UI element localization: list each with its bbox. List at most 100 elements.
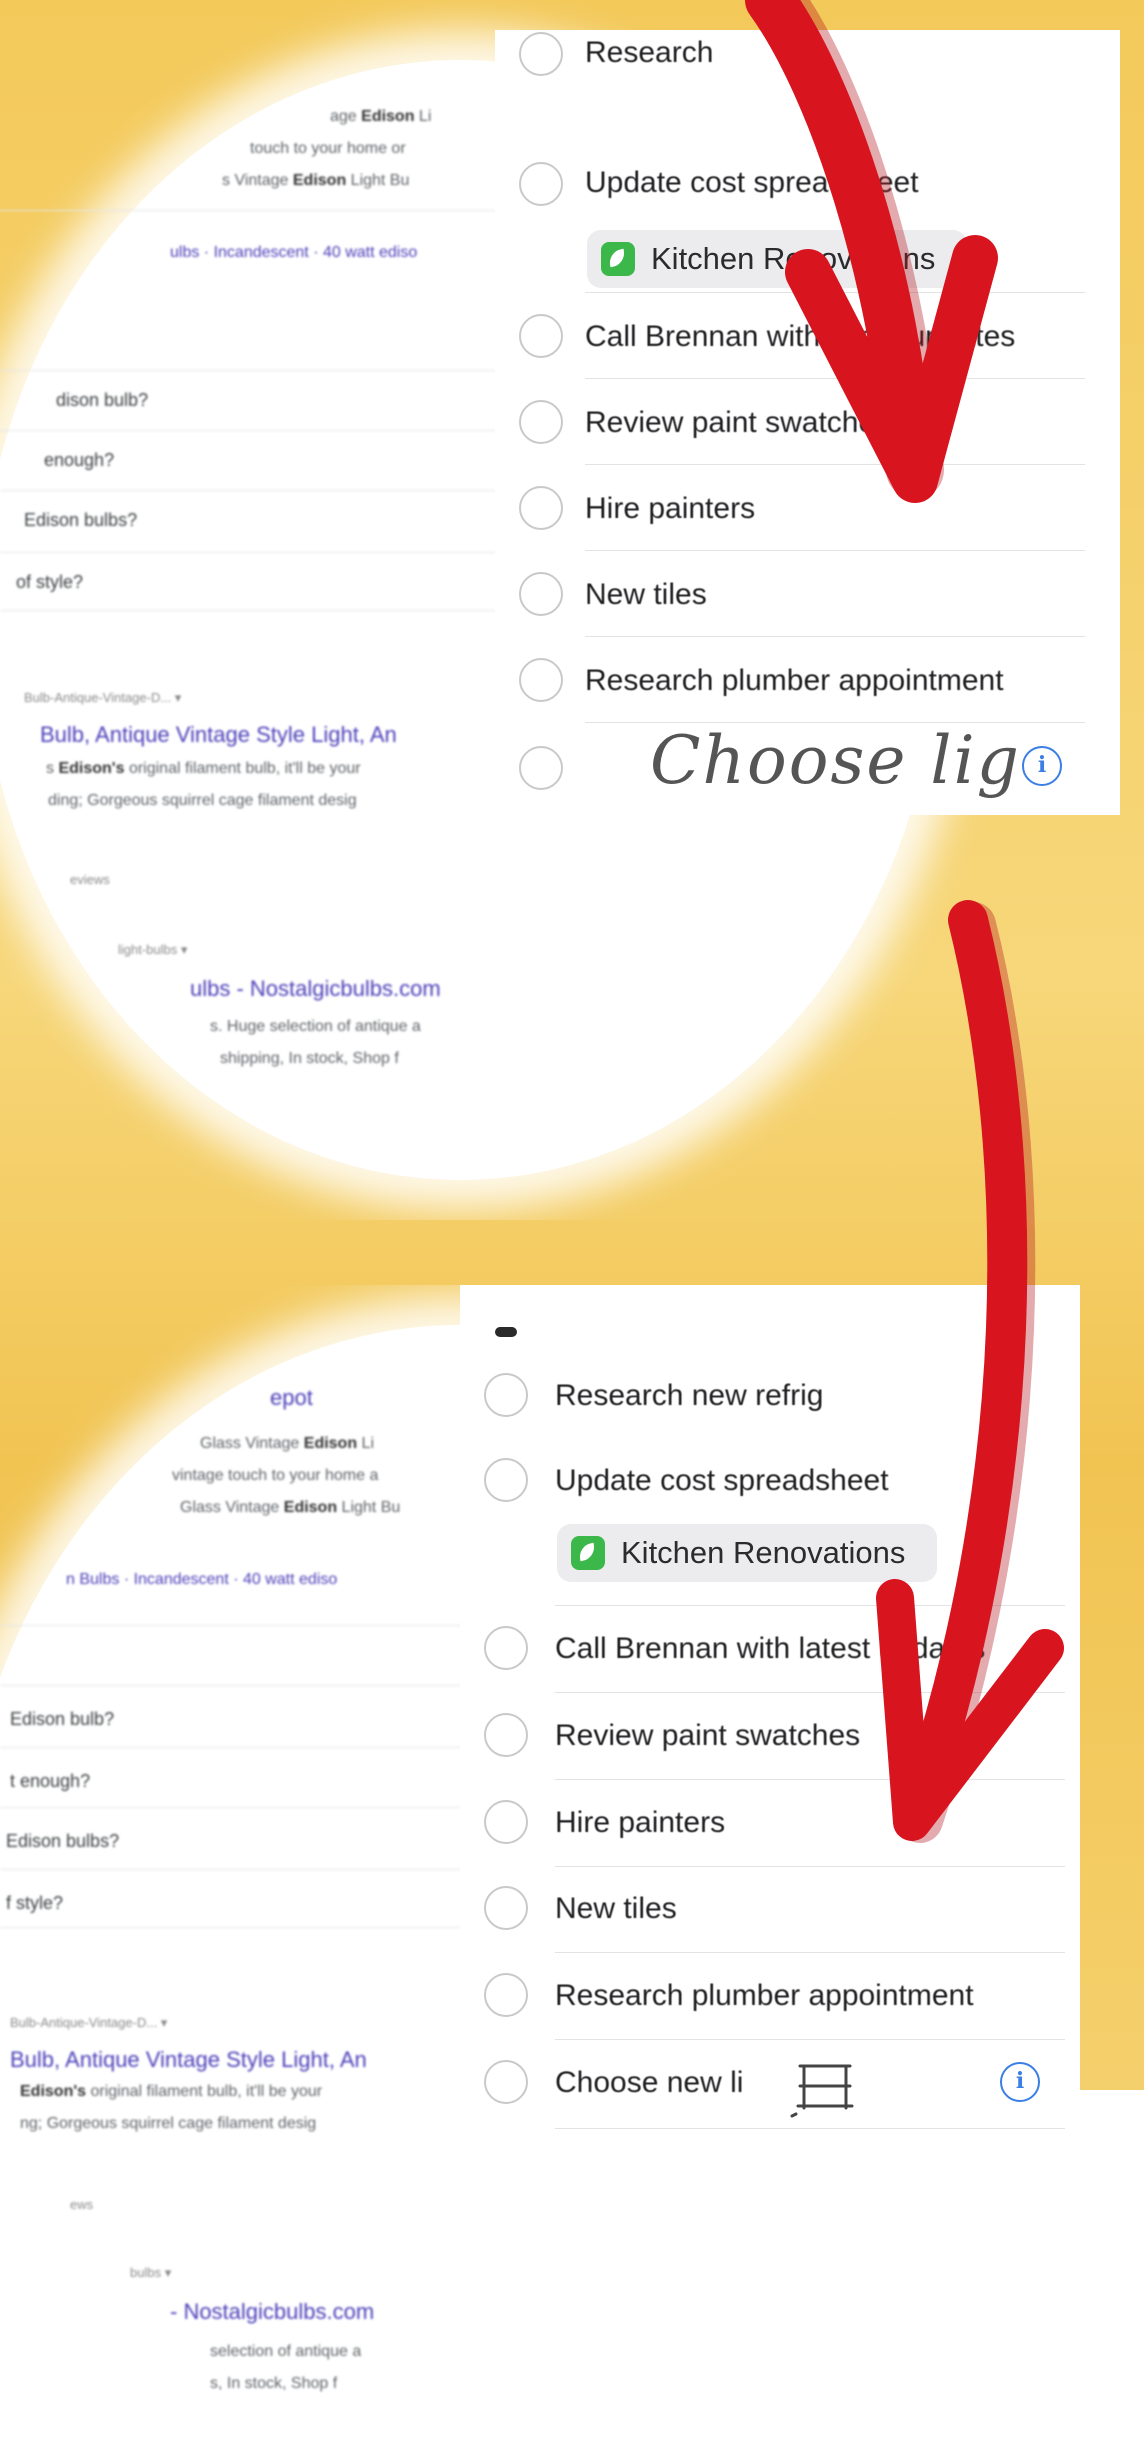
checkbox-circle[interactable] (484, 1373, 528, 1417)
reminder-row[interactable]: Research plumber appointment (460, 1955, 1080, 2041)
result-snippet: ding; Gorgeous squirrel cage filament de… (48, 792, 357, 810)
reminder-title[interactable]: Research (585, 36, 713, 70)
reminder-row[interactable]: Research plumber appointment (495, 640, 1120, 726)
snippet-text: Li (414, 108, 432, 125)
divider (0, 610, 500, 611)
list-tag-chip[interactable]: Kitchen Renovations (557, 1524, 937, 1582)
divider (555, 1952, 1065, 1953)
checkbox-circle[interactable] (484, 1973, 528, 2017)
checkbox-circle[interactable] (484, 1800, 528, 1844)
reminder-row[interactable]: Research new refrig (460, 1355, 1080, 1441)
reminder-title[interactable]: Choose new li (555, 2066, 743, 2100)
result-url: ews (70, 2197, 94, 2212)
reminder-row[interactable]: New tiles (495, 554, 1120, 640)
reminder-row[interactable]: Call Brennan with latest updates (460, 1608, 1080, 1694)
snippet-text: vintage touch to your home a (172, 1467, 379, 1484)
snippet-text: ding; Gorgeous squirrel cage filament de… (48, 792, 357, 809)
result-title-link: Bulb, Antique Vintage Style Light, An (10, 2047, 367, 2072)
result-snippet: s Vintage Edison Light Bu (222, 172, 409, 190)
reminder-title[interactable]: Research plumber appointment (555, 1979, 974, 2013)
snippet-text: original filament bulb, it'll be your (124, 760, 361, 777)
divider (0, 1807, 500, 1808)
info-icon[interactable]: i (1022, 746, 1062, 786)
result-snippet: s, In stock, Shop f (210, 2375, 337, 2393)
divider (0, 1747, 500, 1748)
reminder-row[interactable]: New tiles (460, 1868, 1080, 1954)
checkbox-circle[interactable] (519, 572, 563, 616)
reminder-row[interactable]: Update cost spreadsheet Kitchen Renovati… (460, 1440, 1080, 1610)
snippet-text: touch to your home or (250, 140, 406, 157)
people-also-ask-question: enough? (44, 450, 115, 470)
reminder-title[interactable]: Hire painters (585, 492, 755, 526)
result-snippet: selection of antique a (210, 2343, 361, 2361)
result-snippet: shipping, In stock, Shop f (220, 1050, 399, 1068)
reminder-row[interactable]: Review paint swatches (460, 1695, 1080, 1781)
snippet-bold: Edison (283, 1499, 338, 1516)
checkbox-circle[interactable] (484, 1713, 528, 1757)
checkbox-circle[interactable] (484, 1886, 528, 1930)
result-snippet: Glass Vintage Edison Light Bu (180, 1499, 400, 1517)
reminder-row-new[interactable]: Choose new li i (460, 2042, 1080, 2128)
reminder-title[interactable]: New tiles (585, 578, 707, 612)
divider (0, 1869, 500, 1870)
divider (0, 490, 500, 491)
snippet-text: s (46, 760, 59, 777)
reminder-title[interactable]: Call Brennan with latest updates (555, 1632, 985, 1666)
result-snippet: Edison's original filament bulb, it'll b… (20, 2083, 322, 2101)
checkbox-circle[interactable] (519, 658, 563, 702)
reminder-row-new[interactable]: Choose lig i (495, 722, 1120, 816)
snippet-text: s Vintage (222, 172, 293, 189)
reminder-title[interactable]: Hire painters (555, 1806, 725, 1840)
reminder-row[interactable]: Research (495, 10, 1120, 96)
checkbox-circle[interactable] (519, 32, 563, 76)
divider (555, 2128, 1065, 2129)
result-snippet: touch to your home or (250, 140, 406, 158)
handwriting-input[interactable]: Choose lig (650, 722, 1021, 799)
reminder-title[interactable]: Research plumber appointment (585, 664, 1004, 698)
result-snippet: s Edison's original filament bulb, it'll… (46, 760, 361, 778)
reminder-title[interactable]: Review paint swatches (555, 1719, 860, 1753)
reminder-title[interactable]: Update cost spreadsheet (555, 1464, 889, 1498)
screenshot-panel-bottom: epot Glass Vintage Edison Li vintage touch… (0, 1285, 1144, 2437)
divider (0, 210, 500, 211)
divider (585, 550, 1085, 551)
reminder-row[interactable]: Update cost spreadsheet Kitchen Renovati… (495, 130, 1120, 300)
reminder-row[interactable]: Review paint swatches (495, 382, 1120, 468)
people-also-ask-question: f style? (6, 1893, 64, 1913)
reminder-title[interactable]: New tiles (555, 1892, 677, 1926)
result-snippet: s. Huge selection of antique a (210, 1018, 421, 1036)
divider (555, 2039, 1065, 2040)
checkbox-circle[interactable] (519, 746, 563, 790)
checkbox-circle[interactable] (484, 2060, 528, 2104)
reminder-title[interactable]: Call Brennan with latest updates (585, 320, 1015, 354)
divider (555, 1779, 1065, 1780)
checkbox-circle[interactable] (484, 1626, 528, 1670)
reminders-list: Research new refrig Update cost spreadsh… (460, 1285, 1080, 2437)
reminder-row[interactable]: Call Brennan with latest updates (495, 296, 1120, 382)
result-title-link: ulbs - Nostalgicbulbs.com (190, 976, 441, 1001)
reminder-title[interactable]: Research new refrig (555, 1379, 823, 1413)
people-also-ask-question: Edison bulbs? (6, 1831, 120, 1851)
checkbox-circle[interactable] (484, 1458, 528, 1502)
snippet-text: shipping, In stock, Shop f (220, 1050, 399, 1067)
checkbox-circle[interactable] (519, 162, 563, 206)
reminder-row[interactable]: Hire painters (495, 468, 1120, 554)
reminder-row[interactable]: Hire painters (460, 1782, 1080, 1868)
divider (0, 1625, 500, 1626)
search-results-backdrop: epot Glass Vintage Edison Li vintage touch… (0, 1285, 500, 2437)
checkbox-circle[interactable] (519, 314, 563, 358)
reminder-title[interactable]: Update cost spreadsheet (585, 166, 919, 200)
related-search-chips: ulbs · Incandescent · 40 watt ediso (170, 244, 418, 261)
list-tag-chip[interactable]: Kitchen Renovations (587, 230, 967, 288)
checkbox-circle[interactable] (519, 400, 563, 444)
result-snippet: Glass Vintage Edison Li (200, 1435, 374, 1453)
checkbox-circle[interactable] (519, 486, 563, 530)
list-color-icon (571, 1536, 605, 1570)
reminder-title[interactable]: Review paint swatches (585, 406, 890, 440)
snippet-text: age (330, 108, 362, 125)
divider (0, 430, 500, 431)
info-icon[interactable]: i (1000, 2062, 1040, 2102)
result-title-link: epot (270, 1385, 313, 1410)
reminders-list: Research Update cost spreadsheet Kitchen… (495, 30, 1120, 815)
result-title-link: Bulb, Antique Vintage Style Light, An (40, 722, 397, 747)
